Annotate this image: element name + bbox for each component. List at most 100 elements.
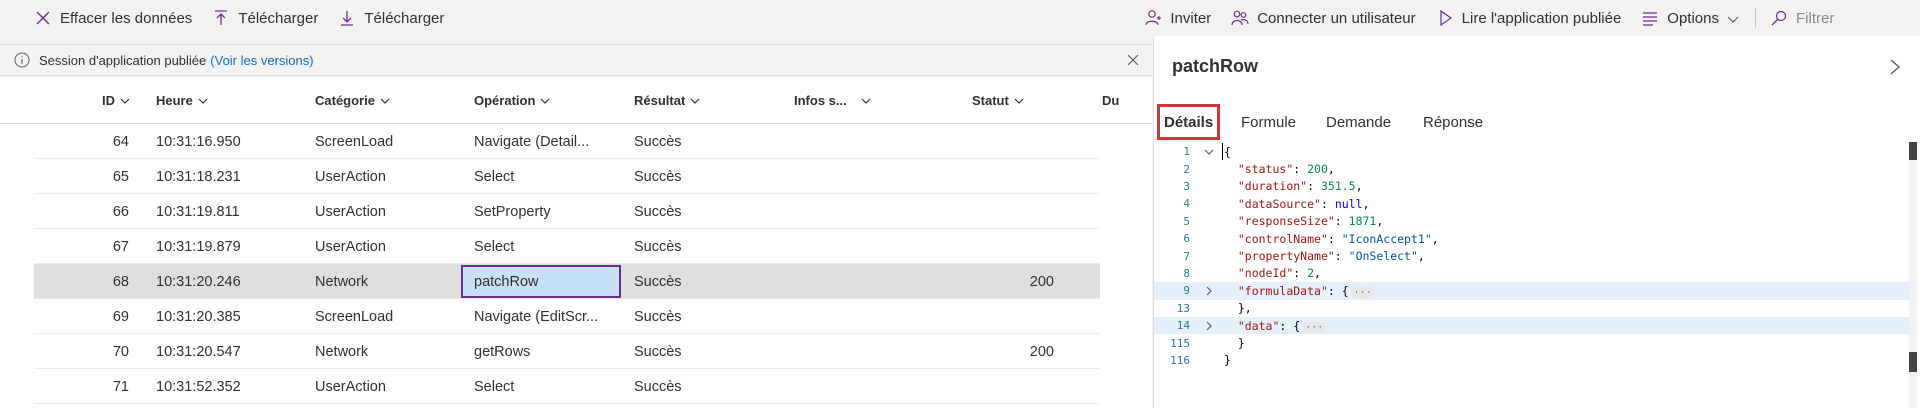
cell-info — [794, 334, 944, 369]
cell-info — [794, 159, 944, 194]
code-line: 14 "data": {··· — [1154, 317, 1914, 335]
column-header-info[interactable]: Infos s... — [794, 77, 871, 124]
connect-user-button[interactable]: Connecter un utilisateur — [1231, 0, 1416, 36]
invite-button[interactable]: Inviter — [1144, 0, 1211, 36]
cell-operation: Navigate (Detail... — [474, 133, 590, 150]
cell-time: 10:31:19.879 — [156, 238, 241, 255]
chevron-down-icon — [690, 98, 700, 104]
published-session-infobar: Session d'application publiée (Voir les … — [0, 44, 1152, 76]
column-header-id[interactable]: ID — [102, 77, 130, 124]
chevron-down-icon — [120, 98, 130, 104]
line-number: 13 — [1176, 301, 1190, 315]
cell-category: UserAction — [315, 168, 386, 185]
code-token: : — [1293, 266, 1308, 281]
code-text: "dataSource": null, — [1224, 196, 1370, 211]
scrollbar-thumb[interactable] — [1909, 142, 1917, 160]
code-token: "nodeId" — [1237, 266, 1294, 281]
column-header-time[interactable]: Heure — [156, 77, 208, 124]
code-token: 351.5 — [1320, 179, 1356, 194]
column-header-status[interactable]: Statut — [972, 77, 1024, 124]
table-row[interactable]: 66 10:31:19.811 UserAction SetProperty S… — [34, 194, 1100, 229]
cell-id: 66 — [112, 203, 129, 220]
column-header-category[interactable]: Catégorie — [315, 77, 390, 124]
cell-status — [994, 229, 1054, 264]
clear-data-button[interactable]: Effacer les données — [34, 0, 192, 36]
tab-formula[interactable]: Formule — [1241, 102, 1296, 142]
code-line: 3 "duration": 351.5, — [1154, 178, 1914, 195]
table-row-selected[interactable]: 68 10:31:20.246 Network patchRow Succès … — [34, 264, 1100, 299]
json-code-editor[interactable]: 116} 115 } 14 "data": {··· 13 }, 9 "formulaD… — [1154, 142, 1920, 408]
folded-ellipsis[interactable]: ··· — [1351, 286, 1374, 298]
filter-box[interactable]: Filtrer — [1770, 0, 1920, 36]
code-token: : — [1320, 196, 1335, 211]
code-text: "propertyName": "OnSelect", — [1224, 249, 1425, 263]
cell-id: 67 — [112, 238, 129, 255]
cell-operation: Select — [474, 168, 515, 185]
column-header-label: ID — [102, 93, 115, 108]
code-text: { — [1224, 145, 1231, 159]
editor-scrollbar[interactable] — [1909, 142, 1917, 408]
cell-time: 10:31:20.246 — [156, 273, 241, 290]
chevron-right-icon[interactable] — [1888, 58, 1902, 76]
people-icon — [1231, 9, 1249, 27]
upload-button[interactable]: Télécharger — [212, 0, 318, 36]
table-row[interactable]: 67 10:31:19.879 UserAction Select Succès — [34, 229, 1100, 264]
cell-info — [794, 229, 944, 264]
cell-operation: SetProperty — [474, 203, 551, 220]
events-table: ID Heure Catégorie Opération Résultat In… — [0, 77, 1152, 408]
column-header-operation[interactable]: Opération — [474, 77, 550, 124]
table-row[interactable]: 65 10:31:18.231 UserAction Select Succès — [34, 159, 1100, 194]
connect-user-label: Connecter un utilisateur — [1257, 9, 1416, 27]
code-text: } — [1224, 336, 1245, 350]
fold-open-icon[interactable] — [1204, 147, 1214, 157]
chevron-down-icon — [198, 98, 208, 104]
code-text: "data": {··· — [1224, 319, 1326, 333]
table-row[interactable]: 69 10:31:20.385 ScreenLoad Navigate (Edi… — [34, 299, 1100, 334]
table-row[interactable]: 70 10:31:20.547 Network getRows Succès 2… — [34, 334, 1100, 369]
column-header-label: Statut — [972, 93, 1009, 108]
view-versions-link[interactable]: (Voir les versions) — [210, 53, 313, 68]
person-add-icon — [1144, 9, 1162, 27]
code-line: 7 "propertyName": "OnSelect", — [1154, 247, 1914, 264]
fold-closed-icon[interactable] — [1204, 321, 1214, 331]
line-number: 6 — [1183, 232, 1190, 246]
play-published-app-button[interactable]: Lire l'application publiée — [1436, 0, 1621, 36]
cell-status — [994, 159, 1054, 194]
download-button[interactable]: Télécharger — [338, 0, 444, 36]
code-token: : — [1334, 214, 1349, 229]
code-line: 116} — [1154, 352, 1914, 369]
cell-operation: getRows — [474, 343, 531, 360]
cell-operation: Select — [474, 378, 515, 395]
cell-info — [794, 369, 944, 404]
cell-id: 64 — [112, 133, 129, 150]
code-token: "propertyName" — [1237, 249, 1335, 264]
cell-result: Succès — [634, 308, 682, 325]
cell-operation-focused[interactable]: patchRow — [461, 265, 621, 298]
chevron-down-icon — [380, 98, 390, 104]
code-token: , — [1314, 266, 1321, 281]
cell-id: 71 — [112, 378, 129, 395]
table-row[interactable]: 71 10:31:52.352 UserAction Select Succès — [34, 369, 1100, 404]
tab-response[interactable]: Réponse — [1423, 102, 1483, 142]
fold-closed-icon[interactable] — [1204, 286, 1214, 296]
cell-result: Succès — [634, 273, 682, 290]
cell-info — [794, 264, 944, 299]
code-token: "responseSize" — [1237, 214, 1335, 229]
options-dropdown[interactable]: Options — [1641, 0, 1739, 36]
column-header-label: Heure — [156, 93, 193, 108]
code-token: "status" — [1237, 162, 1294, 177]
column-header-result[interactable]: Résultat — [634, 77, 700, 124]
code-token: "formulaData" — [1237, 283, 1328, 298]
text-cursor — [1222, 143, 1223, 160]
folded-ellipsis[interactable]: ··· — [1303, 321, 1326, 333]
cell-info — [794, 124, 944, 159]
table-row[interactable]: 64 10:31:16.950 ScreenLoad Navigate (Det… — [34, 124, 1100, 159]
highlight-callout-box — [1157, 104, 1221, 140]
download-icon — [338, 9, 356, 27]
tab-request[interactable]: Demande — [1326, 102, 1391, 142]
tab-details[interactable]: Détails — [1157, 102, 1221, 142]
close-icon[interactable] — [1126, 53, 1140, 67]
column-header-duration[interactable]: Du — [1102, 77, 1119, 124]
